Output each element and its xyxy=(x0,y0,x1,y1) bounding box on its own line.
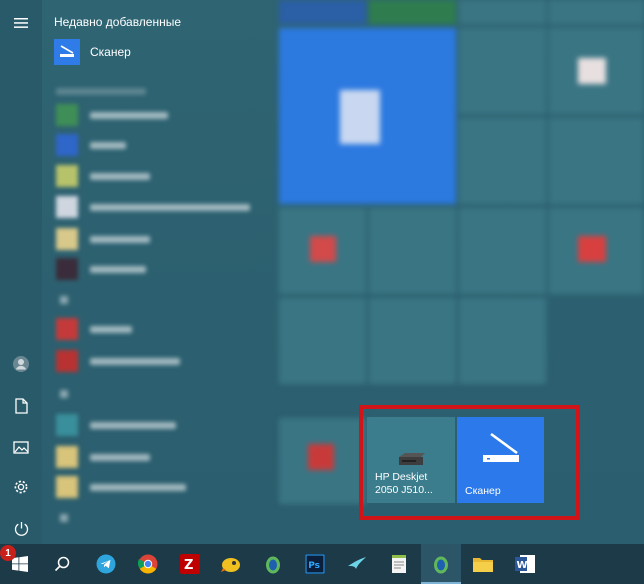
photoshop-icon: Ps xyxy=(305,554,325,574)
app-drop-active-icon xyxy=(434,556,448,574)
app-notepad-icon xyxy=(392,555,406,573)
scanner-icon xyxy=(54,39,80,65)
svg-text:Z: Z xyxy=(184,558,193,573)
photoshop-app[interactable]: Ps xyxy=(295,544,335,584)
start-menu: Недавно добавленные Сканер HP Deskjet 20… xyxy=(0,0,644,544)
notification-badge: 1 xyxy=(0,545,16,561)
filezilla-app[interactable]: Z xyxy=(170,544,210,584)
pictures-icon[interactable] xyxy=(10,436,32,458)
selection-highlight-box xyxy=(359,405,580,520)
start-rail xyxy=(0,0,42,544)
app-yellow[interactable] xyxy=(211,544,251,584)
power-icon[interactable] xyxy=(10,517,32,539)
user-icon[interactable] xyxy=(10,353,32,375)
app-hummingbird-icon xyxy=(348,557,366,569)
svg-text:W: W xyxy=(517,560,528,571)
app-bird[interactable] xyxy=(337,544,377,584)
app-bird-icon xyxy=(221,558,240,572)
windows-icon xyxy=(12,556,28,572)
file-explorer-app[interactable] xyxy=(463,544,503,584)
telegram-app[interactable] xyxy=(86,544,126,584)
recent-item-label: Сканер xyxy=(90,45,131,59)
settings-icon[interactable] xyxy=(10,476,32,498)
chrome-app[interactable] xyxy=(128,544,168,584)
telegram-icon xyxy=(96,554,116,574)
hamburger-icon[interactable] xyxy=(10,12,32,34)
file-explorer-icon xyxy=(473,558,493,572)
search-button[interactable] xyxy=(42,544,82,584)
app-drop-icon xyxy=(266,556,280,574)
svg-text:Ps: Ps xyxy=(308,561,320,571)
recently-added-header: Недавно добавленные xyxy=(54,15,182,29)
app-notepad[interactable] xyxy=(379,544,419,584)
taskbar: Z Ps W xyxy=(0,544,644,584)
document-icon[interactable] xyxy=(10,395,32,417)
word-app[interactable]: W xyxy=(505,544,545,584)
recent-item-scanner[interactable]: Сканер xyxy=(54,39,131,65)
app-active[interactable] xyxy=(421,544,461,584)
chrome-icon xyxy=(138,554,158,574)
search-icon xyxy=(54,556,70,572)
filezilla-icon: Z xyxy=(180,554,200,574)
word-icon: W xyxy=(515,555,535,573)
app-green[interactable] xyxy=(253,544,293,584)
